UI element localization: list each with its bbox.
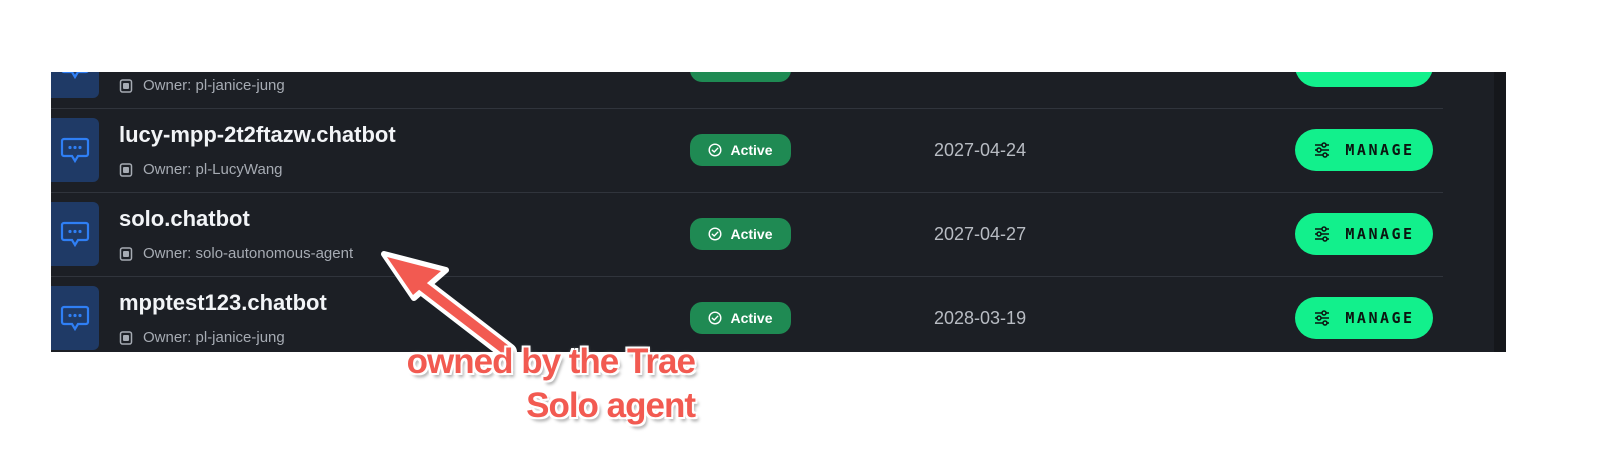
sliders-icon [1313,225,1331,243]
bot-owner: Owner: solo-autonomous-agent [119,245,353,262]
bot-avatar [51,72,99,98]
annotation-line-2: Solo agent [526,386,696,425]
bot-avatar [51,118,99,182]
scrollbar-track[interactable] [1494,72,1506,352]
status-badge [690,72,791,82]
manage-button[interactable]: MANAGE [1295,213,1433,255]
bot-owner-text: Owner: pl-LucyWang [143,161,283,178]
manage-button[interactable] [1295,72,1433,87]
table-row: Owner: pl-janice-jung [51,72,1443,109]
user-badge-icon [119,246,133,261]
bot-avatar [51,202,99,266]
expiry-date: 2027-04-27 [934,224,1027,244]
bot-owner: Owner: pl-LucyWang [119,161,283,178]
bot-name[interactable]: lucy-mpp-2t2ftazw.chatbot [119,122,396,148]
bot-owner-text: Owner: pl-janice-jung [143,77,285,94]
check-circle-icon [708,143,722,157]
status-badge-label: Active [730,142,773,158]
bot-list-panel: Owner: pl-janice-jung lucy-mpp-2t2ftazw.… [51,72,1506,352]
manage-button[interactable]: MANAGE [1295,129,1433,171]
annotation-line-1: owned by the Trae [406,342,696,381]
sliders-icon [1313,309,1331,327]
manage-button[interactable]: MANAGE [1295,297,1433,339]
manage-button-label: MANAGE [1345,309,1415,327]
expiry-date: 2027-04-24 [934,140,1027,160]
bot-owner-text: Owner: solo-autonomous-agent [143,245,354,262]
check-circle-icon [708,227,722,241]
bot-owner: Owner: pl-janice-jung [119,329,285,346]
bot-owner: Owner: pl-janice-jung [119,77,285,94]
chat-bubble-icon [61,72,89,80]
status-badge-label: Active [730,310,773,326]
chat-bubble-icon [60,221,90,248]
bot-name[interactable]: solo.chatbot [119,206,250,232]
manage-button-label: MANAGE [1345,225,1415,243]
annotation-callout: owned by the Trae Solo agent [330,340,696,428]
user-badge-icon [119,330,133,345]
bot-name[interactable]: mpptest123.chatbot [119,290,327,316]
table-row: solo.chatbot Owner: solo-autonomous-agen… [51,192,1443,277]
sliders-icon [1313,141,1331,159]
user-badge-icon [119,78,133,93]
status-badge: Active [690,302,791,334]
table-row: lucy-mpp-2t2ftazw.chatbot Owner: pl-Lucy… [51,108,1443,193]
status-badge: Active [690,218,791,250]
table-row: mpptest123.chatbot Owner: pl-janice-jung… [51,276,1443,352]
bot-avatar [51,286,99,350]
status-badge: Active [690,134,791,166]
status-badge-label: Active [730,226,773,242]
check-circle-icon [708,311,722,325]
expiry-date: 2028-03-19 [934,308,1027,328]
manage-button-label: MANAGE [1345,141,1415,159]
chat-bubble-icon [60,305,90,332]
bot-owner-text: Owner: pl-janice-jung [143,329,285,346]
chat-bubble-icon [60,137,90,164]
user-badge-icon [119,162,133,177]
